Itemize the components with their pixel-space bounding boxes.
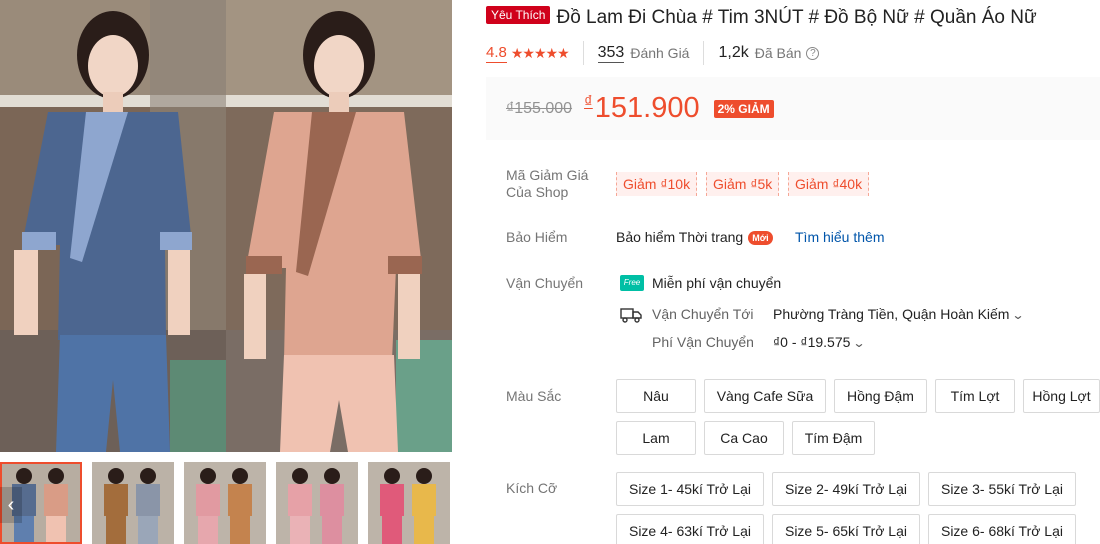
ship-fee-label: Phí Vận Chuyển (652, 334, 754, 350)
voucher-chip[interactable]: Giảm ₫5k (706, 172, 780, 196)
voucher-chip[interactable]: Giảm ₫40k (788, 172, 870, 196)
title-row: Yêu Thích Đồ Lam Đi Chùa # Tim 3NÚT # Đồ … (486, 6, 1100, 32)
price-box: ₫155.000 ₫151.900 2% GIẢM (486, 77, 1100, 140)
ship-to-label: Vận Chuyển Tới (652, 306, 754, 322)
review-label: Đánh Giá (630, 45, 690, 61)
sale-price: ₫151.900 (584, 92, 700, 125)
thumbnail-5[interactable] (368, 462, 450, 544)
main-photo-blue-outfit (0, 0, 226, 452)
learn-more-link[interactable]: Tìm hiểu thêm (795, 229, 884, 245)
rating-score[interactable]: 4.8 (486, 44, 507, 63)
new-badge: Mới (748, 231, 773, 245)
color-option[interactable]: Hồng Lợt (1023, 379, 1100, 413)
currency-symbol: ₫ (584, 92, 593, 111)
chevron-down-icon: ⌄ (852, 336, 866, 350)
size-option[interactable]: Size 5- 65kí Trở Lại (772, 514, 920, 544)
voucher-label: Mã Giảm Giá Của Shop (506, 167, 588, 201)
original-price: ₫155.000 (506, 99, 573, 117)
ship-fee-value: ₫0 - ₫19.575 (773, 334, 851, 350)
size-option[interactable]: Size 1- 45kí Trở Lại (616, 472, 764, 506)
insurance-name: Bảo hiểm Thời trang (616, 229, 744, 245)
main-photo-pink-outfit (226, 0, 452, 452)
color-option[interactable]: Vàng Cafe Sữa (704, 379, 826, 413)
thumbnail-3[interactable] (184, 462, 266, 544)
thumbnail-4[interactable] (276, 462, 358, 544)
color-option[interactable]: Tím Đậm (792, 421, 875, 455)
insurance-text: Bảo hiểm Thời trang Mới (616, 229, 773, 245)
color-option[interactable]: Tím Lợt (935, 379, 1015, 413)
truck-icon (620, 306, 642, 329)
insurance-label: Bảo Hiểm (506, 229, 568, 245)
sold-label: Đã Bán (754, 45, 802, 61)
favorite-badge: Yêu Thích (486, 6, 551, 24)
divider (703, 41, 705, 65)
help-icon[interactable]: ? (806, 46, 820, 60)
color-label: Màu Sắc (506, 388, 562, 404)
color-option[interactable]: Ca Cao (704, 421, 784, 455)
voucher-chip[interactable]: Giảm ₫10k (616, 172, 698, 196)
voucher-label-line2: Của Shop (506, 184, 569, 200)
ship-to-value: Phường Tràng Tiền, Quận Hoàn Kiếm (773, 306, 1010, 322)
free-shipping-text: Miễn phí vận chuyển (652, 275, 782, 291)
thumbnail-1[interactable]: ‹ (0, 462, 82, 544)
color-option[interactable]: Lam (616, 421, 696, 455)
product-title: Đồ Lam Đi Chùa # Tim 3NÚT # Đồ Bộ Nữ # Q… (556, 7, 1037, 28)
size-option[interactable]: Size 3- 55kí Trở Lại (928, 472, 1076, 506)
discount-badge: 2% GIẢM (713, 99, 774, 118)
divider (582, 41, 584, 65)
rating-row: 4.8 ★★★★★ 353 Đánh Giá 1,2k Đã Bán ? (486, 41, 820, 65)
voucher-label-line1: Mã Giảm Giá (506, 167, 589, 183)
sold-count: 1,2k (718, 44, 749, 61)
ship-fee-selector[interactable]: ₫0 - ₫19.575 ⌄ (773, 334, 866, 350)
size-option[interactable]: Size 6- 68kí Trở Lại (928, 514, 1076, 544)
size-option[interactable]: Size 2- 49kí Trở Lại (772, 472, 920, 506)
ship-to-selector[interactable]: Phường Tràng Tiền, Quận Hoàn Kiếm ⌄ (773, 306, 1026, 322)
chevron-down-icon: ⌄ (1011, 308, 1026, 322)
free-shipping-icon: Free (620, 275, 644, 291)
review-count[interactable]: 353 (597, 44, 625, 63)
thumbnail-2[interactable] (92, 462, 174, 544)
size-label: Kích Cỡ (506, 480, 558, 496)
product-gallery: ‹ (0, 0, 455, 544)
size-option[interactable]: Size 4- 63kí Trở Lại (616, 514, 764, 544)
color-option[interactable]: Hồng Đậm (834, 379, 927, 413)
color-option[interactable]: Nâu (616, 379, 696, 413)
main-product-image[interactable] (0, 0, 452, 452)
chevron-left-icon[interactable]: ‹ (0, 487, 22, 523)
shipping-label: Vận Chuyển (506, 275, 584, 291)
rating-stars-icon: ★★★★★ (510, 44, 570, 61)
thumbnail-strip: ‹ (0, 459, 455, 544)
sale-price-value: 151.900 (594, 92, 700, 124)
product-info: Yêu Thích Đồ Lam Đi Chùa # Tim 3NÚT # Đồ … (486, 0, 1100, 544)
